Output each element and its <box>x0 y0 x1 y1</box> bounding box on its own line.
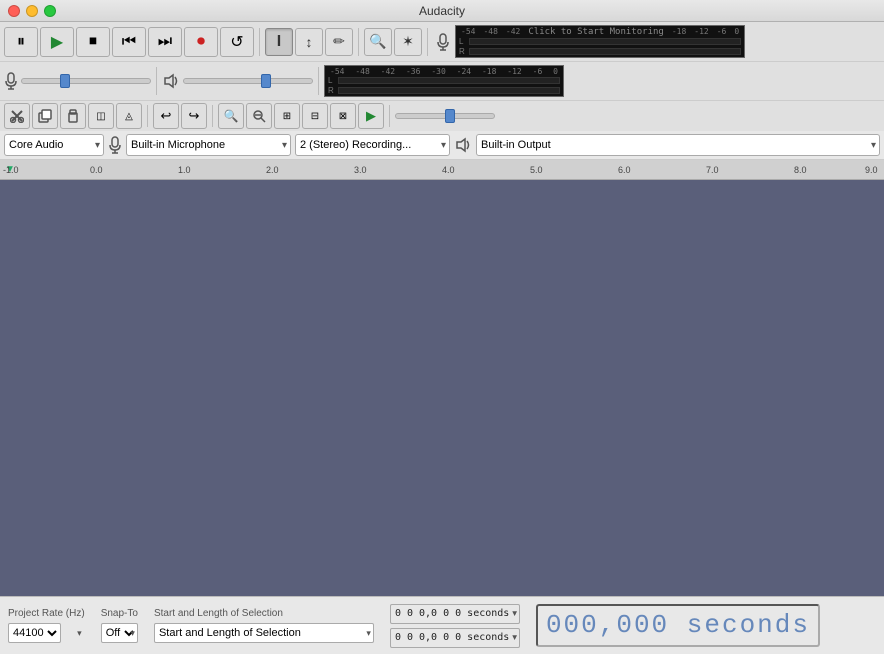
window-controls[interactable] <box>8 5 56 17</box>
playback-speed-slider[interactable] <box>395 113 495 119</box>
pause-button[interactable]: ⏸ <box>4 27 38 57</box>
paste-button[interactable] <box>60 103 86 129</box>
ruler-mark-1: 1.0 <box>178 165 191 175</box>
selection-mode-select[interactable]: Start and Length of Selection <box>154 623 374 643</box>
device-toolbar: Core Audio Built-in Microphone 2 (Stereo… <box>0 131 884 160</box>
ruler-mark-3: 3.0 <box>354 165 367 175</box>
draw-tool[interactable]: ✏ <box>325 28 353 56</box>
snap-to-select[interactable]: Off <box>101 623 138 643</box>
playback-speed-thumb[interactable] <box>445 109 455 123</box>
cut-button[interactable] <box>4 103 30 129</box>
speaker-gain-slider[interactable] <box>183 78 313 84</box>
mic-icon-2 <box>4 72 18 90</box>
playback-meter-l <box>338 77 560 84</box>
level-meter-r <box>469 48 741 55</box>
separator8 <box>389 105 390 127</box>
redo-button[interactable]: ↪ <box>181 103 207 129</box>
separator7 <box>212 105 213 127</box>
separator6 <box>147 105 148 127</box>
output-speaker-icon <box>454 137 472 153</box>
big-time-value: 000,000 seconds <box>546 610 810 640</box>
big-time-display[interactable]: 000,000 seconds <box>536 604 820 647</box>
stop-button[interactable]: ⏹ <box>76 27 110 57</box>
mic-icon[interactable] <box>433 29 453 55</box>
snap-to-label: Snap-To <box>101 608 138 619</box>
audio-host-select[interactable]: Core Audio <box>4 134 104 156</box>
channels-wrapper[interactable]: 2 (Stereo) Recording... <box>295 134 450 156</box>
record-button[interactable]: ⏺ <box>184 27 218 57</box>
minimize-button[interactable] <box>26 5 38 17</box>
ruler-mark-4: 4.0 <box>442 165 455 175</box>
edit-toolbar: ◫ ◬ ↩ ↪ 🔍 ⊞ <box>0 101 884 131</box>
zoom-sel-button[interactable]: ⊟ <box>302 103 328 129</box>
separator4 <box>156 67 157 95</box>
output-device-select[interactable]: Built-in Output <box>476 134 880 156</box>
play-button[interactable]: ▶ <box>40 27 74 57</box>
zoom-out-button[interactable] <box>246 103 272 129</box>
output-device-wrapper[interactable]: Built-in Output <box>476 134 880 156</box>
select-tool[interactable]: I <box>265 28 293 56</box>
snap-to-group: Snap-To Off <box>101 608 138 643</box>
zoom-play-button[interactable]: ▶ <box>358 103 384 129</box>
ruler-mark-6: 6.0 <box>618 165 631 175</box>
ruler-mark-9: 9.0 <box>865 165 878 175</box>
mic-gain-thumb[interactable] <box>60 74 70 88</box>
separator5 <box>318 67 319 95</box>
loop-button[interactable]: ↺ <box>220 27 254 57</box>
app-title: Audacity <box>419 4 465 18</box>
playback-meter[interactable]: -54 -48 -42 -36 -30 -24 -18 -12 -6 0 L R <box>324 65 564 97</box>
maximize-button[interactable] <box>44 5 56 17</box>
titlebar: Audacity <box>0 0 884 22</box>
ruler-mark--1: -1.0 <box>3 165 19 175</box>
mixer-toolbar: -54 -48 -42 -36 -30 -24 -18 -12 -6 0 L R <box>0 62 884 101</box>
level-meter-l <box>469 38 741 45</box>
zoom-in-button[interactable]: 🔍 <box>218 103 244 129</box>
track-area[interactable] <box>0 180 884 596</box>
ruler-mark-8: 8.0 <box>794 165 807 175</box>
zoom-fit-button[interactable]: ⊞ <box>274 103 300 129</box>
statusbar: Project Rate (Hz) 44100 Snap-To Off Star… <box>0 596 884 654</box>
recording-meter[interactable]: -54 -48 -42 Click to Start Monitoring -1… <box>455 25 745 58</box>
copy-button[interactable] <box>32 103 58 129</box>
envelope-tool[interactable]: ↕ <box>295 28 323 56</box>
ruler-mark-0: 0.0 <box>90 165 103 175</box>
speaker-gain-thumb[interactable] <box>261 74 271 88</box>
skip-end-button[interactable]: ⏭ <box>148 27 182 57</box>
click-to-monitor[interactable]: Click to Start Monitoring <box>528 27 663 37</box>
project-rate-select[interactable]: 44100 <box>8 623 61 643</box>
time-length-field[interactable]: 0 0 0,0 0 0 seconds <box>390 628 520 648</box>
timeline-ruler[interactable]: ▼ -1.0 0.0 1.0 2.0 3.0 4.0 5.0 6.0 7.0 8… <box>0 160 884 180</box>
input-mic-icon <box>108 136 122 154</box>
speaker-gain-group <box>162 73 313 89</box>
mic-gain-slider[interactable] <box>21 78 151 84</box>
close-button[interactable] <box>8 5 20 17</box>
time-start-field[interactable]: 0 0 0,0 0 0 seconds <box>390 604 520 624</box>
time-fields-group: 0 0 0,0 0 0 seconds ▾ 0 0 0,0 0 0 second… <box>390 604 520 648</box>
ruler-mark-5: 5.0 <box>530 165 543 175</box>
project-rate-group: Project Rate (Hz) 44100 <box>8 608 85 643</box>
channels-select[interactable]: 2 (Stereo) Recording... <box>295 134 450 156</box>
selection-label: Start and Length of Selection <box>154 608 374 619</box>
ruler-mark-7: 7.0 <box>706 165 719 175</box>
input-device-select[interactable]: Built-in Microphone <box>126 134 291 156</box>
multi-tool[interactable]: ✶ <box>394 28 422 56</box>
zoom-tool[interactable]: 🔍 <box>364 28 392 56</box>
speaker-icon <box>162 73 180 89</box>
separator2 <box>358 28 359 56</box>
playback-meter-r <box>338 87 560 94</box>
transport-toolbar: ⏸ ▶ ⏹ ⏮ ⏭ ⏺ ↺ I <box>0 22 884 62</box>
undo-button[interactable]: ↩ <box>153 103 179 129</box>
input-device-wrapper[interactable]: Built-in Microphone <box>126 134 291 156</box>
trim-button[interactable]: ◫ <box>88 103 114 129</box>
project-rate-label: Project Rate (Hz) <box>8 608 85 619</box>
selection-group: Start and Length of Selection Start and … <box>154 608 374 643</box>
separator3 <box>427 28 428 56</box>
skip-start-button[interactable]: ⏮ <box>112 27 146 57</box>
ruler-mark-2: 2.0 <box>266 165 279 175</box>
silence-button[interactable]: ◬ <box>116 103 142 129</box>
audio-host-wrapper[interactable]: Core Audio <box>4 134 104 156</box>
separator <box>259 28 260 56</box>
zoom-toggle-button[interactable]: ⊠ <box>330 103 356 129</box>
mic-gain-group <box>4 72 151 90</box>
